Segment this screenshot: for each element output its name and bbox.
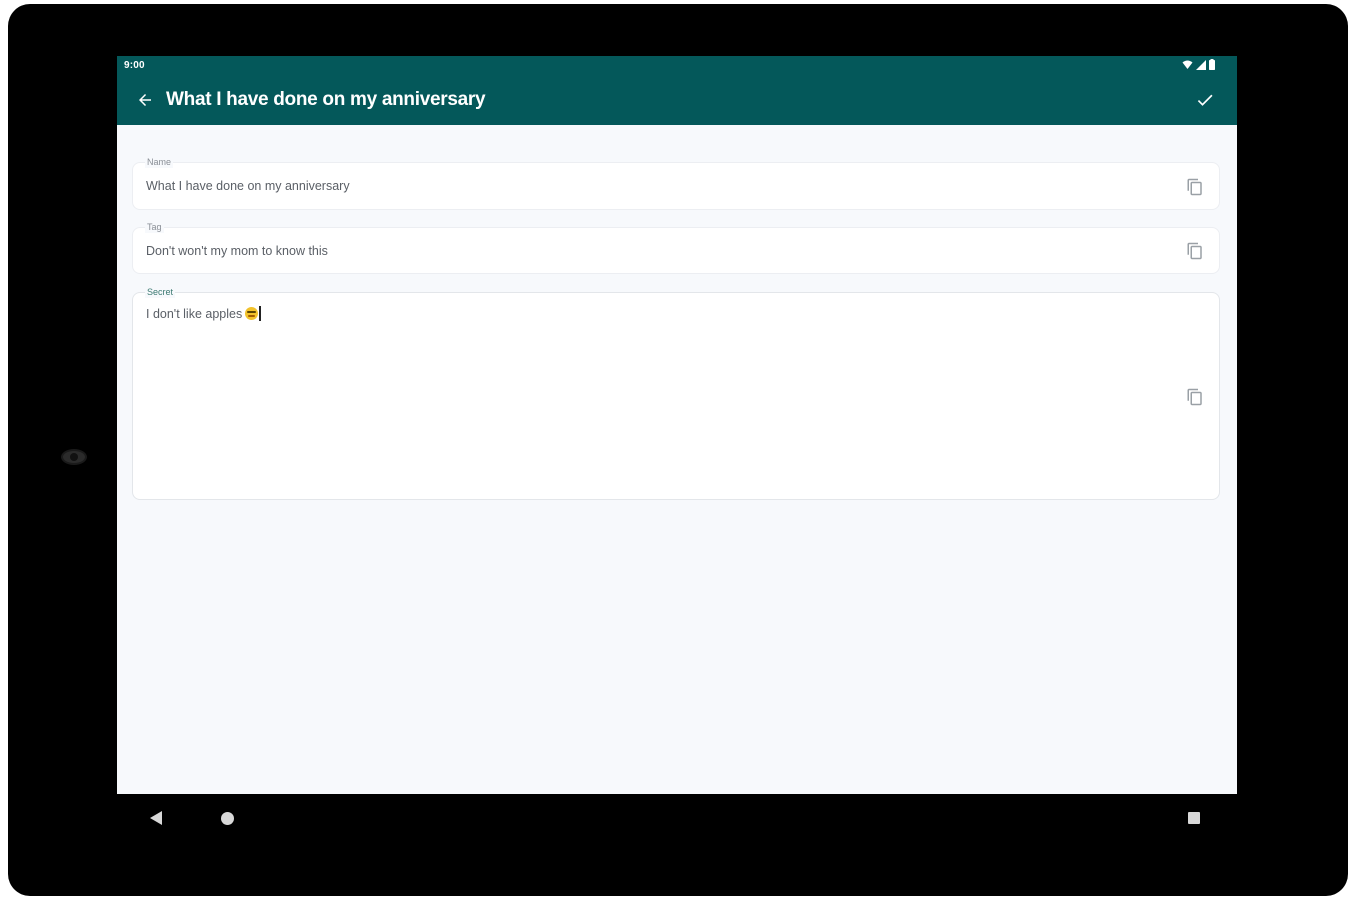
- text-cursor: [259, 306, 261, 321]
- wifi-icon: [1182, 60, 1193, 69]
- status-bar: 9:00: [117, 56, 1237, 76]
- copy-icon: [1187, 178, 1202, 196]
- nav-recents-icon[interactable]: [1188, 812, 1200, 824]
- secret-field-value-row[interactable]: I don't like apples: [146, 306, 261, 321]
- system-nav-bar: [117, 800, 1237, 836]
- signal-icon: [1196, 59, 1206, 70]
- copy-name-button[interactable]: [1183, 175, 1207, 199]
- name-field-value[interactable]: What I have done on my anniversary: [146, 179, 350, 193]
- app-bar: What I have done on my anniversary: [117, 76, 1237, 125]
- status-icons: [1182, 59, 1215, 70]
- secret-field-value[interactable]: I don't like apples: [146, 307, 242, 321]
- tag-field[interactable]: Tag Don't won't my mom to know this: [132, 221, 1220, 274]
- tag-field-value[interactable]: Don't won't my mom to know this: [146, 244, 328, 258]
- arrow-back-icon: [139, 94, 151, 106]
- nav-home-icon[interactable]: [221, 812, 234, 825]
- copy-icon: [1187, 242, 1202, 260]
- app-screen: 9:00 What I have done on my anniversary: [117, 56, 1237, 794]
- secret-field-label: Secret: [145, 286, 176, 298]
- status-time: 9:00: [124, 60, 145, 71]
- battery-icon: [1209, 59, 1215, 70]
- name-field-label: Name: [145, 156, 174, 168]
- copy-icon: [1187, 388, 1202, 406]
- secret-field[interactable]: Secret I don't like apples: [132, 286, 1220, 500]
- copy-secret-button[interactable]: [1183, 385, 1207, 409]
- back-button[interactable]: [133, 88, 157, 112]
- copy-tag-button[interactable]: [1183, 239, 1207, 263]
- page-title: What I have done on my anniversary: [166, 89, 486, 110]
- save-button[interactable]: [1193, 88, 1217, 112]
- nav-back-icon: [150, 811, 162, 825]
- grimacing-face-emoji-icon: [245, 307, 259, 320]
- front-camera: [61, 449, 87, 465]
- name-field[interactable]: Name What I have done on my anniversary: [132, 156, 1220, 210]
- tag-field-label: Tag: [145, 221, 164, 233]
- nav-back-button[interactable]: [150, 811, 162, 830]
- check-icon: [1197, 94, 1213, 106]
